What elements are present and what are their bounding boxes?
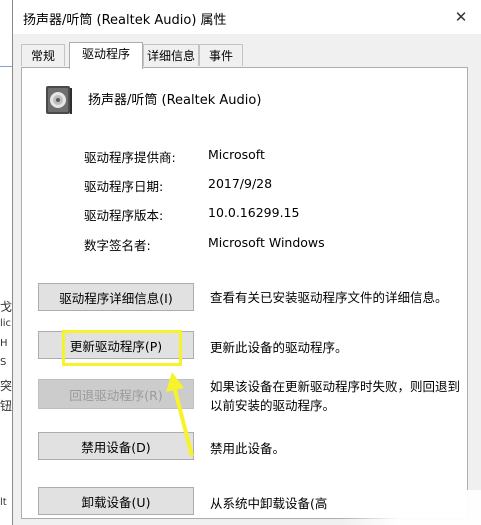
signer-value: Microsoft Windows	[208, 235, 325, 250]
background-window: 戈 lic H S 突 钮 lt	[0, 0, 12, 525]
driver-details-description: 查看有关已安装驱动程序文件的详细信息。	[210, 290, 448, 305]
tab-details[interactable]: 详细信息	[143, 44, 199, 66]
window-title: 扬声器/听筒 (Realtek Audio) 属性	[23, 13, 227, 28]
background-text: 突	[0, 379, 13, 393]
uninstall-device-description: 从系统中卸载设备(高	[210, 496, 328, 511]
date-value: 2017/9/28	[208, 176, 273, 191]
update-driver-button[interactable]: 更新驱动程序(P)	[38, 331, 194, 359]
version-value: 10.0.16299.15	[208, 205, 300, 220]
provider-value: Microsoft	[208, 147, 265, 162]
update-driver-description: 更新此设备的驱动程序。	[210, 340, 348, 355]
title-bar[interactable]: 扬声器/听筒 (Realtek Audio) 属性 ✕	[13, 0, 481, 34]
background-text: S	[0, 357, 7, 368]
tab-general[interactable]: 常规	[21, 44, 65, 66]
device-name: 扬声器/听筒 (Realtek Audio)	[88, 93, 262, 108]
speaker-icon	[46, 86, 72, 114]
background-text: H	[0, 338, 8, 349]
tab-driver[interactable]: 驱动程序	[69, 42, 143, 69]
background-text: 戈	[0, 300, 13, 314]
close-icon: ✕	[454, 8, 468, 26]
background-text: lic	[0, 318, 12, 329]
driver-details-button[interactable]: 驱动程序详细信息(I)	[38, 283, 194, 311]
driver-panel: 扬声器/听筒 (Realtek Audio) 驱动程序提供商: Microsof…	[21, 67, 468, 519]
rollback-driver-description-line1: 如果该设备在更新驱动程序时失败，则回退到	[210, 379, 461, 394]
date-label: 驱动程序日期:	[84, 179, 164, 194]
signer-label: 数字签名者:	[84, 238, 151, 253]
properties-dialog: 扬声器/听筒 (Realtek Audio) 属性 ✕ 常规 驱动程序 详细信息…	[12, 0, 481, 525]
tab-events[interactable]: 事件	[199, 44, 243, 66]
uninstall-device-button[interactable]: 卸载设备(U)	[38, 487, 194, 515]
provider-label: 驱动程序提供商:	[84, 150, 176, 165]
disable-device-button[interactable]: 禁用设备(D)	[38, 432, 194, 460]
rollback-driver-description-line2: 以前安装的驱动程序。	[210, 398, 336, 413]
background-divider	[0, 66, 12, 77]
background-text: lt	[0, 497, 7, 508]
version-label: 驱动程序版本:	[84, 208, 164, 223]
disable-device-description: 禁用此设备。	[210, 441, 286, 456]
close-button[interactable]: ✕	[448, 6, 474, 28]
watermark-fade	[341, 490, 481, 525]
background-text: 钮	[0, 399, 13, 413]
rollback-driver-button[interactable]: 回退驱动程序(R)	[38, 379, 194, 409]
